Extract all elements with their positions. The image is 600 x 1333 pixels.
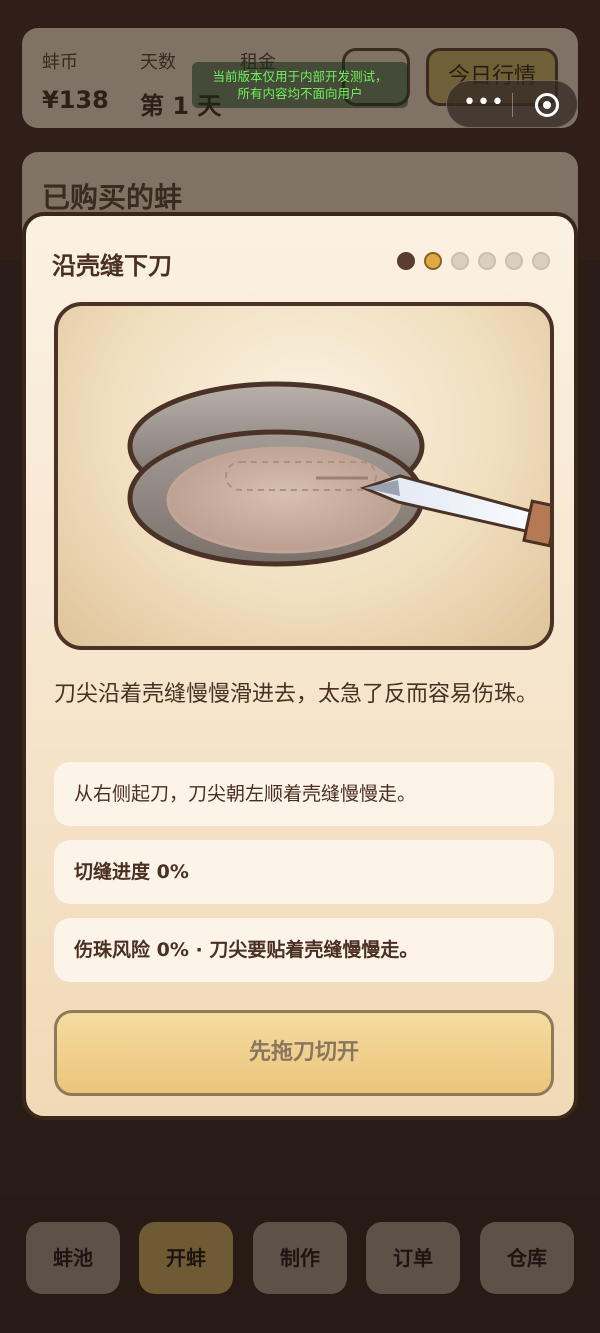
nav-tab-pond[interactable]: 蚌池 [26, 1222, 120, 1294]
step-indicator [397, 252, 550, 270]
nav-tab-warehouse[interactable]: 仓库 [480, 1222, 574, 1294]
coins-label: 蚌币 [42, 52, 78, 73]
bought-title: 已购买的蚌 [42, 181, 183, 214]
clam-cut-canvas[interactable] [54, 302, 554, 650]
modal-title: 沿壳缝下刀 [52, 252, 172, 280]
step-dot-5 [505, 252, 523, 270]
coins-stat: 蚌币 ¥138 [42, 48, 109, 114]
hint-box: 从右侧起刀，刀尖朝左顺着壳缝慢慢走。 [54, 762, 554, 826]
step-description: 刀尖沿着壳缝慢慢滑进去，太急了反而容易伤珠。 [54, 682, 539, 707]
nav-tab-orders[interactable]: 订单 [366, 1222, 460, 1294]
cut-step-modal: 沿壳缝下刀 刀尖沿着壳缝慢慢滑进去，太急了反而容易伤珠。 从右侧起刀，刀尖朝左顺… [22, 212, 578, 1120]
step-dot-1 [397, 252, 415, 270]
cut-progress-box: 切缝进度 0% [54, 840, 554, 904]
clam-flesh [166, 446, 402, 554]
step-dot-4 [478, 252, 496, 270]
step-dot-3 [451, 252, 469, 270]
nav-tab-open-clam[interactable]: 开蚌 [139, 1222, 233, 1294]
injury-risk-box: 伤珠风险 0% · 刀尖要贴着壳缝慢慢走。 [54, 918, 554, 982]
dev-notice-line1: 当前版本仅用于内部开发测试， [212, 69, 388, 84]
drag-cut-button[interactable]: 先拖刀切开 [54, 1010, 554, 1096]
nav-tab-craft[interactable]: 制作 [253, 1222, 347, 1294]
miniprogram-capsule: ••• [446, 80, 578, 128]
step-dot-2 [424, 252, 442, 270]
dev-notice-line2: 所有内容均不面向用户 [237, 86, 363, 101]
step-dot-6 [532, 252, 550, 270]
more-icon[interactable]: ••• [463, 91, 505, 115]
capsule-divider [512, 93, 513, 117]
coins-value: ¥138 [42, 86, 109, 114]
dev-notice-toast: 当前版本仅用于内部开发测试， 所有内容均不面向用户 [192, 62, 408, 108]
close-target-icon[interactable] [535, 93, 559, 117]
clam-illustration [127, 381, 550, 567]
